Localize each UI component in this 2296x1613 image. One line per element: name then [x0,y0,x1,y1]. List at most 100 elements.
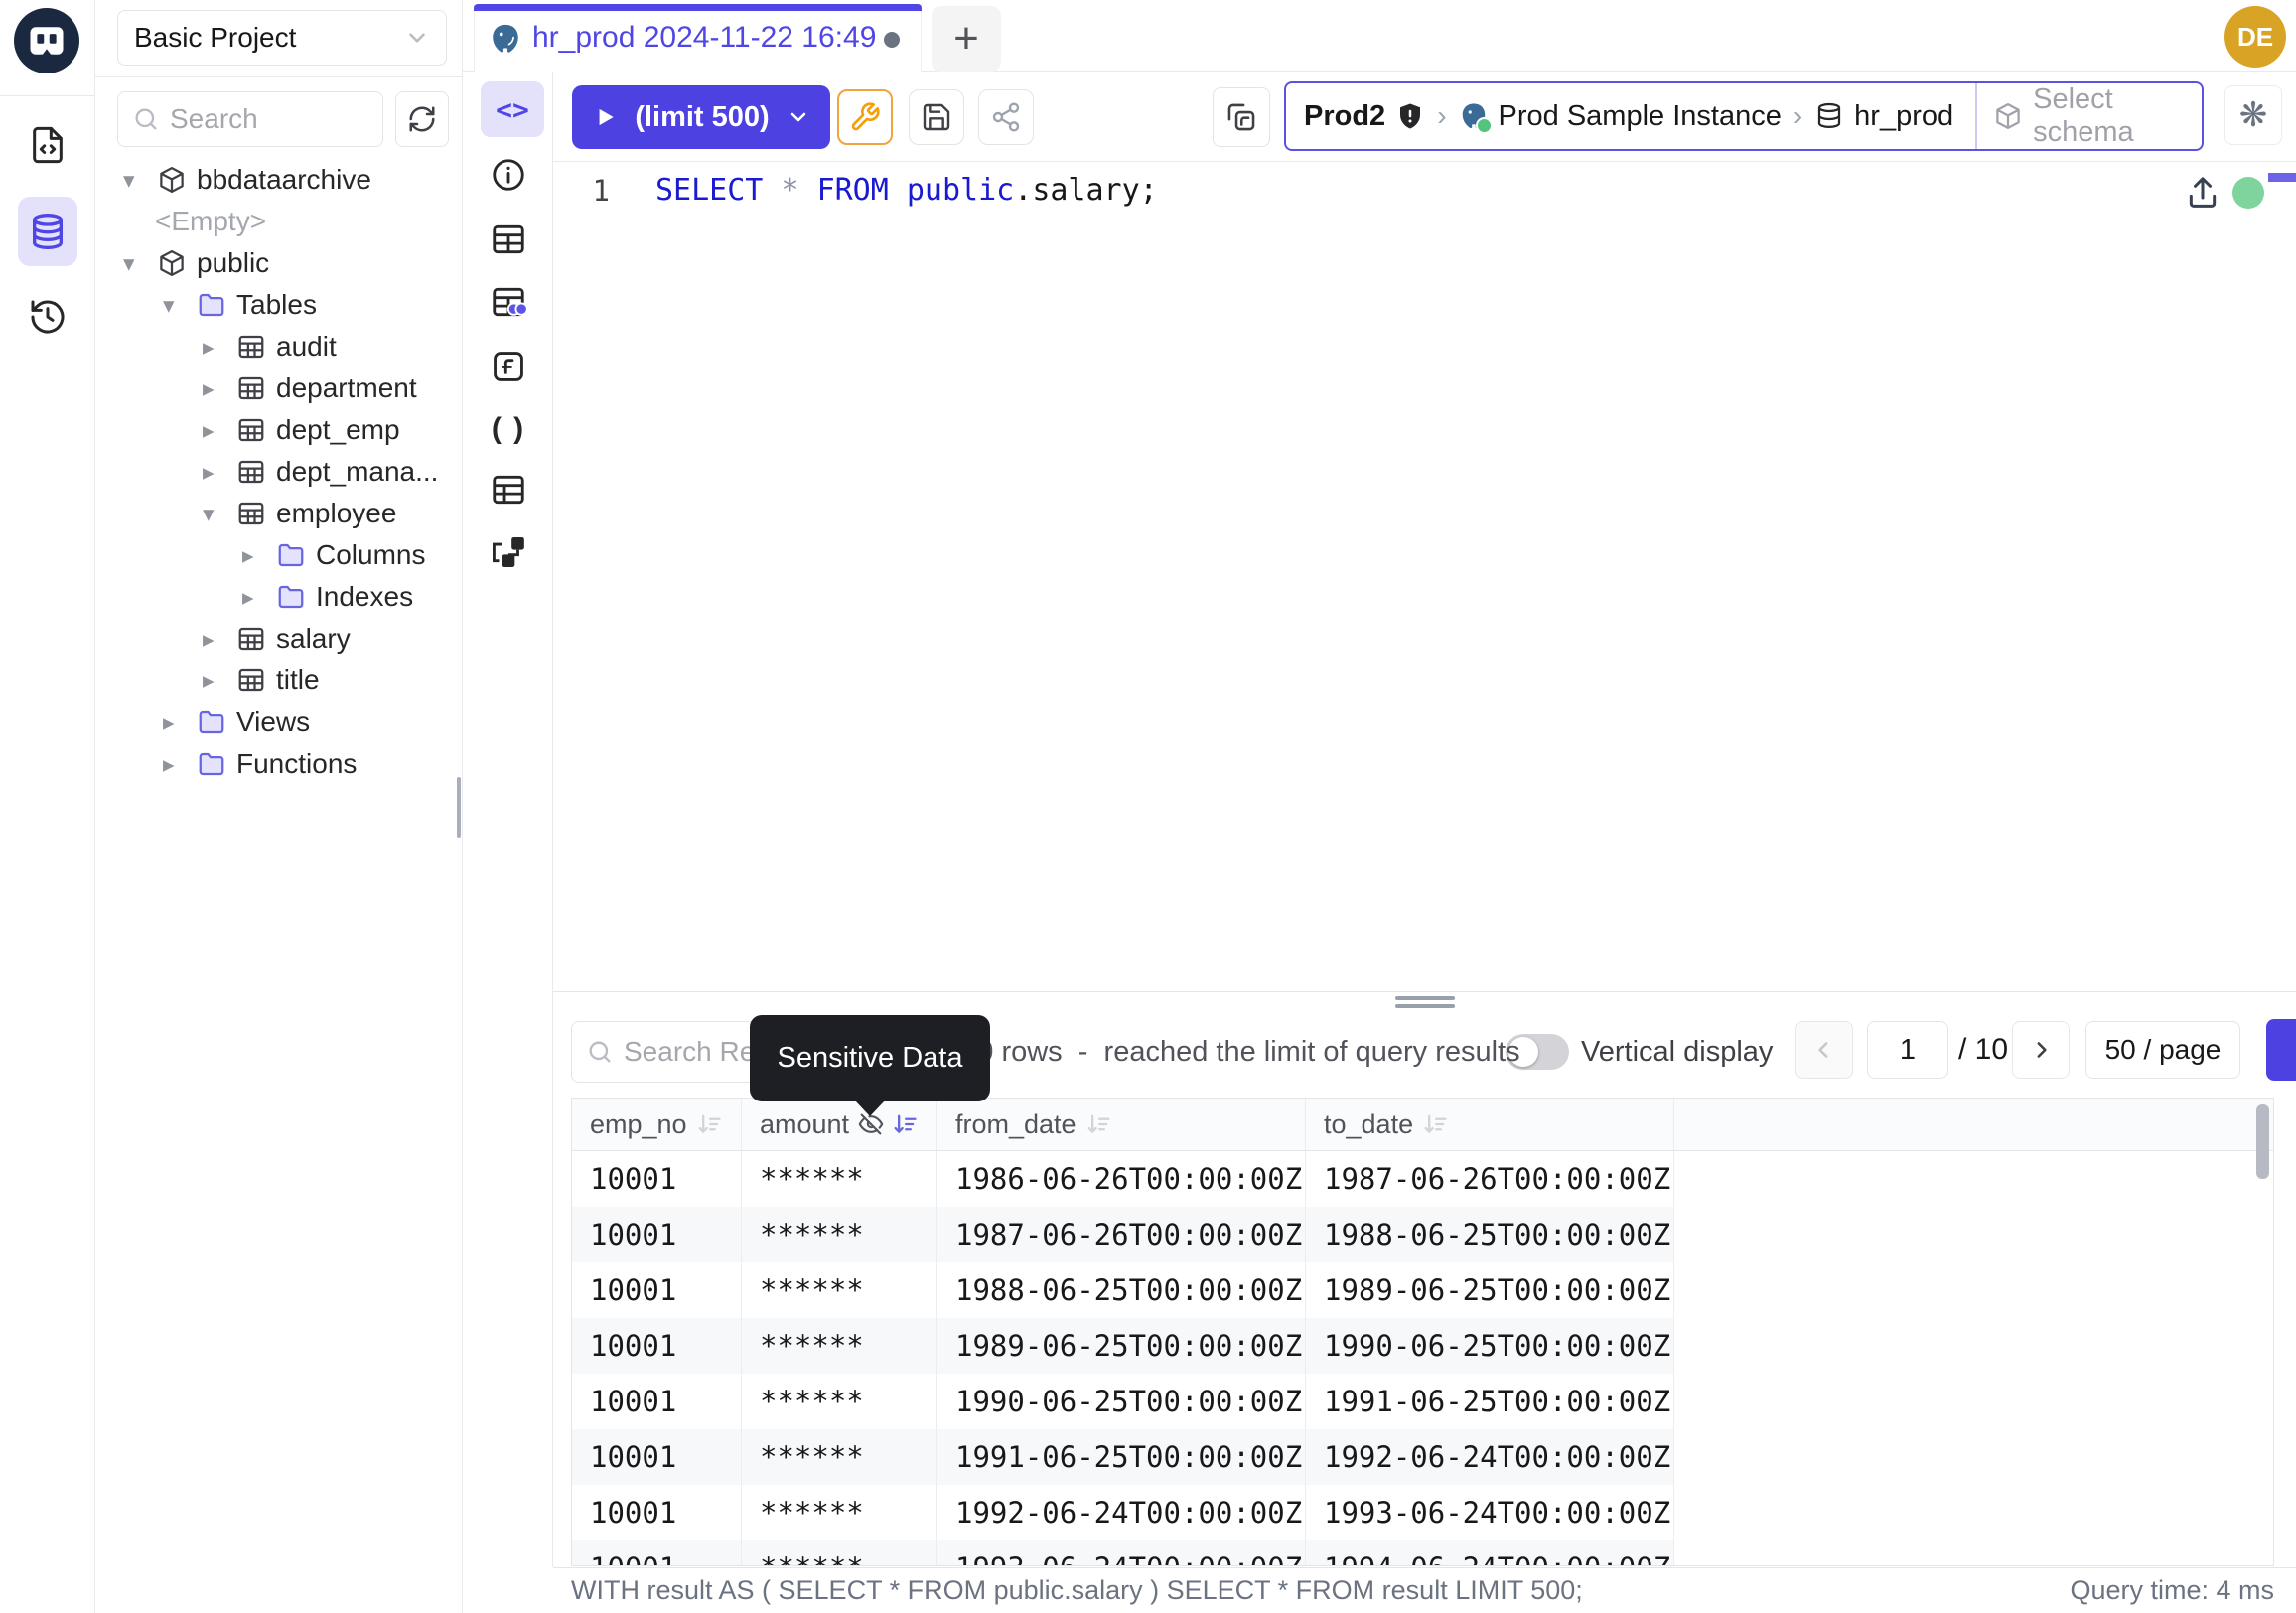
table-cell[interactable]: 10001 [572,1318,742,1374]
tree-item-tables[interactable]: ▾Tables [95,284,462,326]
worksheet-icon[interactable] [28,125,68,165]
new-tab-button[interactable]: + [932,6,1001,72]
caret-closed-icon[interactable]: ▸ [203,334,234,361]
select-schema-button[interactable]: Select schema [1977,83,2202,149]
schema-diagram-icon[interactable] [490,533,527,571]
batch-query-button[interactable] [1213,87,1270,147]
bytebase-logo-icon[interactable] [14,8,79,73]
functions-icon[interactable] [490,348,527,385]
table-cell[interactable]: ****** [742,1374,937,1429]
caret-closed-icon[interactable]: ▸ [203,667,234,694]
table-cell[interactable]: ****** [742,1429,937,1485]
table-cell[interactable]: 1992-06-24T00:00:00Z [937,1485,1306,1540]
prev-page-button[interactable] [1795,1021,1853,1079]
caret-open-icon[interactable]: ▾ [163,292,195,319]
tab-title[interactable]: hr_prod 2024-11-22 16:49 [532,12,876,64]
chevron-down-icon[interactable] [787,105,810,129]
ai-assistant-button[interactable]: ❋ [2224,85,2282,145]
next-page-button[interactable] [2012,1021,2070,1079]
sidebar-search[interactable] [117,91,383,147]
page-size-select[interactable]: 50 / page [2085,1021,2240,1079]
tree-item-bbdataarchive[interactable]: ▾bbdataarchive [95,159,462,201]
table-cell[interactable]: 1988-06-25T00:00:00Z [1306,1207,1674,1262]
user-avatar[interactable]: DE [2224,6,2286,68]
table-cell[interactable]: 1989-06-25T00:00:00Z [937,1318,1306,1374]
tree-item-empty[interactable]: <Empty> [95,201,462,242]
table-cell[interactable]: 10001 [572,1374,742,1429]
project-select[interactable]: Basic Project [117,10,447,66]
history-icon[interactable] [28,297,68,337]
admin-wrench-button[interactable] [837,89,893,145]
table-cell[interactable]: 1993-06-24T00:00:00Z [937,1540,1306,1566]
tree-item-indexes[interactable]: ▸Indexes [95,576,462,618]
save-button[interactable] [909,89,964,145]
tree-item-title[interactable]: ▸title [95,660,462,701]
results-resize-handle[interactable] [1395,996,1455,1000]
table-cell[interactable]: 10001 [572,1540,742,1566]
column-header-from_date[interactable]: from_date [937,1099,1306,1150]
table-cell[interactable]: 1988-06-25T00:00:00Z [937,1262,1306,1318]
table-cell[interactable]: 1987-06-26T00:00:00Z [937,1207,1306,1262]
sort-icon[interactable] [1421,1110,1449,1138]
sort-icon[interactable] [695,1110,723,1138]
table-cell[interactable]: ****** [742,1262,937,1318]
table-cell[interactable]: 10001 [572,1262,742,1318]
tree-item-department[interactable]: ▸department [95,367,462,409]
tree-item-public[interactable]: ▾public [95,242,462,284]
table-cell[interactable]: 10001 [572,1151,742,1207]
table-cell[interactable]: 10001 [572,1429,742,1485]
sort-icon[interactable] [1084,1110,1112,1138]
table-scrollbar-thumb[interactable] [2256,1104,2269,1179]
caret-open-icon[interactable]: ▾ [123,250,155,277]
export-button[interactable] [2266,1019,2296,1081]
caret-closed-icon[interactable]: ▸ [163,751,195,778]
code-panel-active[interactable]: <> [481,81,544,137]
column-header-to_date[interactable]: to_date [1306,1099,1674,1150]
connection-breadcrumb[interactable]: Prod2 › Prod Sample Instance › hr_prod S… [1284,81,2204,151]
tree-item-dept-emp[interactable]: ▸dept_emp [95,409,462,451]
caret-closed-icon[interactable]: ▸ [203,459,234,486]
column-header-amount[interactable]: amount [742,1099,937,1150]
tree-item-functions[interactable]: ▸Functions [95,743,462,785]
sidebar-search-input[interactable] [168,102,382,136]
table-cell[interactable]: 10001 [572,1485,742,1540]
table-cell[interactable]: ****** [742,1318,937,1374]
table-cell[interactable]: 1994-06-24T00:00:00Z [1306,1540,1674,1566]
tree-item-views[interactable]: ▸Views [95,701,462,743]
external-tables-icon[interactable] [490,471,527,509]
table-cell[interactable]: ****** [742,1485,937,1540]
caret-closed-icon[interactable]: ▸ [242,542,274,569]
table-cell[interactable]: 1990-06-25T00:00:00Z [937,1374,1306,1429]
table-cell[interactable]: ****** [742,1207,937,1262]
info-icon[interactable] [490,156,527,194]
column-header-emp_no[interactable]: emp_no [572,1099,742,1150]
tree-item-audit[interactable]: ▸audit [95,326,462,367]
caret-closed-icon[interactable]: ▸ [203,417,234,444]
share-button[interactable] [978,89,1034,145]
caret-closed-icon[interactable]: ▸ [203,626,234,653]
tree-item-employee[interactable]: ▾employee [95,493,462,534]
tree-item-salary[interactable]: ▸salary [95,618,462,660]
results-resize-handle[interactable] [1395,1004,1455,1008]
caret-open-icon[interactable]: ▾ [203,501,234,527]
procedures-icon[interactable]: ( ) [486,409,531,449]
run-query-button[interactable]: (limit 500) [572,85,830,149]
tree-item-dept-mana[interactable]: ▸dept_mana... [95,451,462,493]
table-cell[interactable]: 1986-06-26T00:00:00Z [937,1151,1306,1207]
refresh-button[interactable] [395,91,449,147]
caret-closed-icon[interactable]: ▸ [242,584,274,611]
caret-closed-icon[interactable]: ▸ [163,709,195,736]
table-cell[interactable]: 10001 [572,1207,742,1262]
table-cell[interactable]: ****** [742,1540,937,1566]
table-cell[interactable]: 1991-06-25T00:00:00Z [937,1429,1306,1485]
table-cell[interactable]: 1989-06-25T00:00:00Z [1306,1262,1674,1318]
breadcrumb-database-segment[interactable]: Prod2 › Prod Sample Instance › hr_prod [1286,83,1977,149]
upload-icon[interactable] [2183,173,2223,213]
table-cell[interactable]: ****** [742,1151,937,1207]
table-cell[interactable]: 1993-06-24T00:00:00Z [1306,1485,1674,1540]
tables-icon[interactable] [490,220,527,258]
masked-table-icon[interactable] [490,283,527,321]
table-cell[interactable]: 1987-06-26T00:00:00Z [1306,1151,1674,1207]
sql-code-line[interactable]: SELECT * FROM public.salary; [655,169,1158,213]
tree-item-columns[interactable]: ▸Columns [95,534,462,576]
